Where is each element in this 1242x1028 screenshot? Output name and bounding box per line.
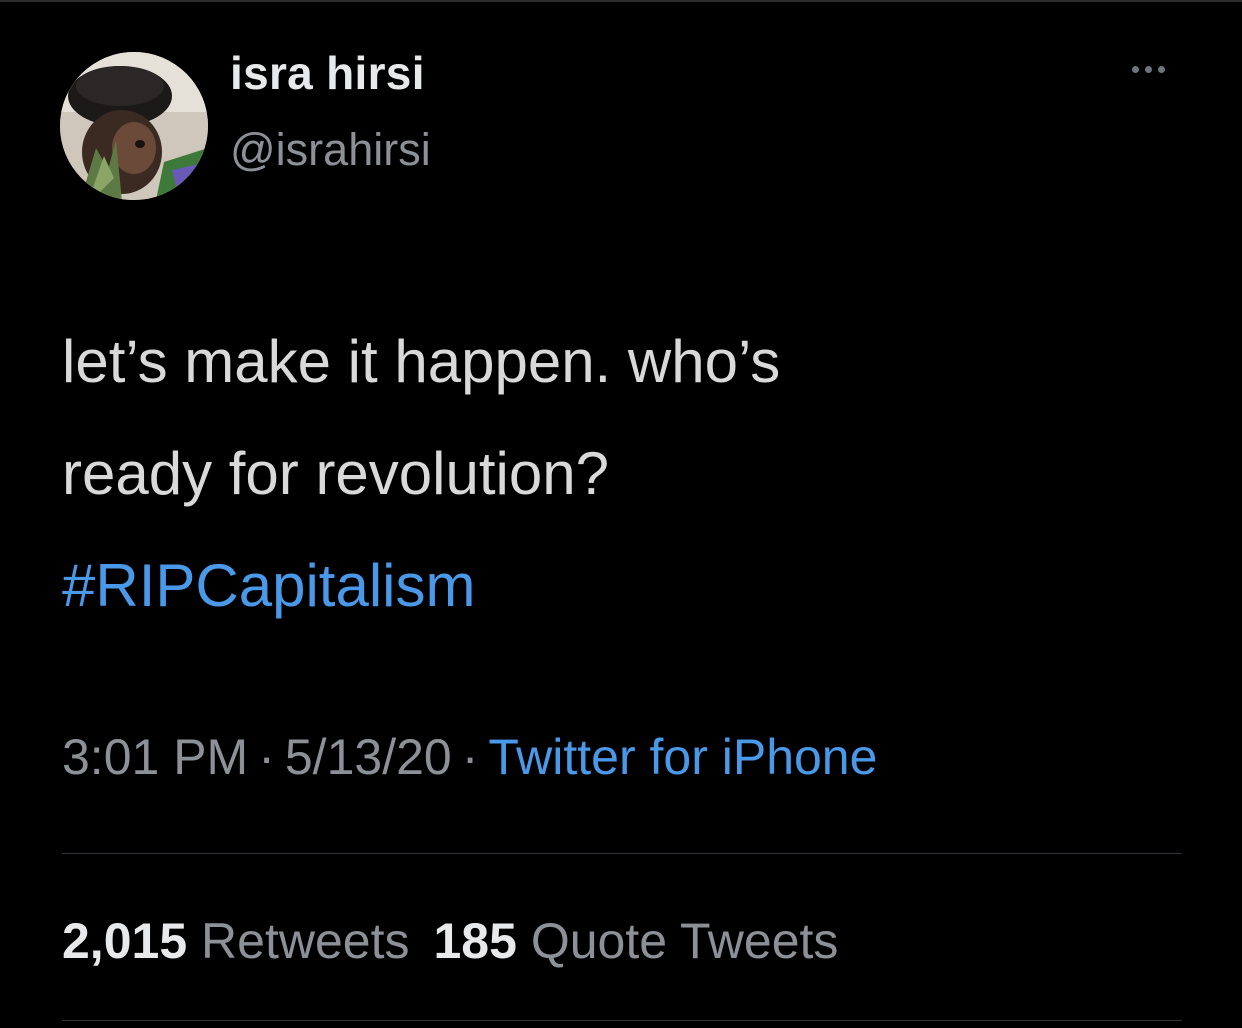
quote-tweets-stat[interactable]: 185 Quote Tweets [433, 913, 862, 969]
tweet-stats: 2,015 Retweets 185 Quote Tweets [62, 912, 862, 970]
more-horizontal-icon-dot [1157, 65, 1165, 73]
more-options-button[interactable] [1118, 54, 1178, 84]
tweet-meta: 3:01 PM · 5/13/20 · Twitter for iPhone [62, 728, 877, 786]
tweet-text-line: ready for revolution? [62, 440, 609, 507]
retweets-label: Retweets [201, 913, 410, 969]
retweets-stat[interactable]: 2,015 Retweets [62, 913, 433, 969]
meta-separator: · [461, 729, 479, 785]
meta-separator: · [258, 729, 275, 785]
divider [62, 853, 1182, 854]
tweet-text: let’s make it happen. who’s ready for re… [62, 306, 1182, 642]
avatar-image [60, 52, 208, 200]
top-divider [0, 0, 1242, 2]
quote-tweets-label: Quote Tweets [530, 913, 839, 969]
more-horizontal-icon-dot [1144, 65, 1152, 73]
retweets-count: 2,015 [62, 913, 188, 969]
avatar[interactable] [60, 52, 208, 200]
hashtag-link[interactable]: #RIPCapitalism [62, 530, 1182, 642]
tweet-date[interactable]: 5/13/20 [285, 729, 452, 785]
quote-tweets-count: 185 [433, 913, 517, 969]
tweet-text-line: let’s make it happen. who’s [62, 328, 781, 395]
author-handle[interactable]: @israhirsi [230, 124, 431, 176]
divider [62, 1020, 1182, 1021]
tweet-source-link[interactable]: Twitter for iPhone [488, 729, 877, 785]
tweet-time[interactable]: 3:01 PM [62, 729, 248, 785]
more-horizontal-icon [1131, 65, 1139, 73]
author-display-name[interactable]: isra hirsi [230, 46, 425, 100]
